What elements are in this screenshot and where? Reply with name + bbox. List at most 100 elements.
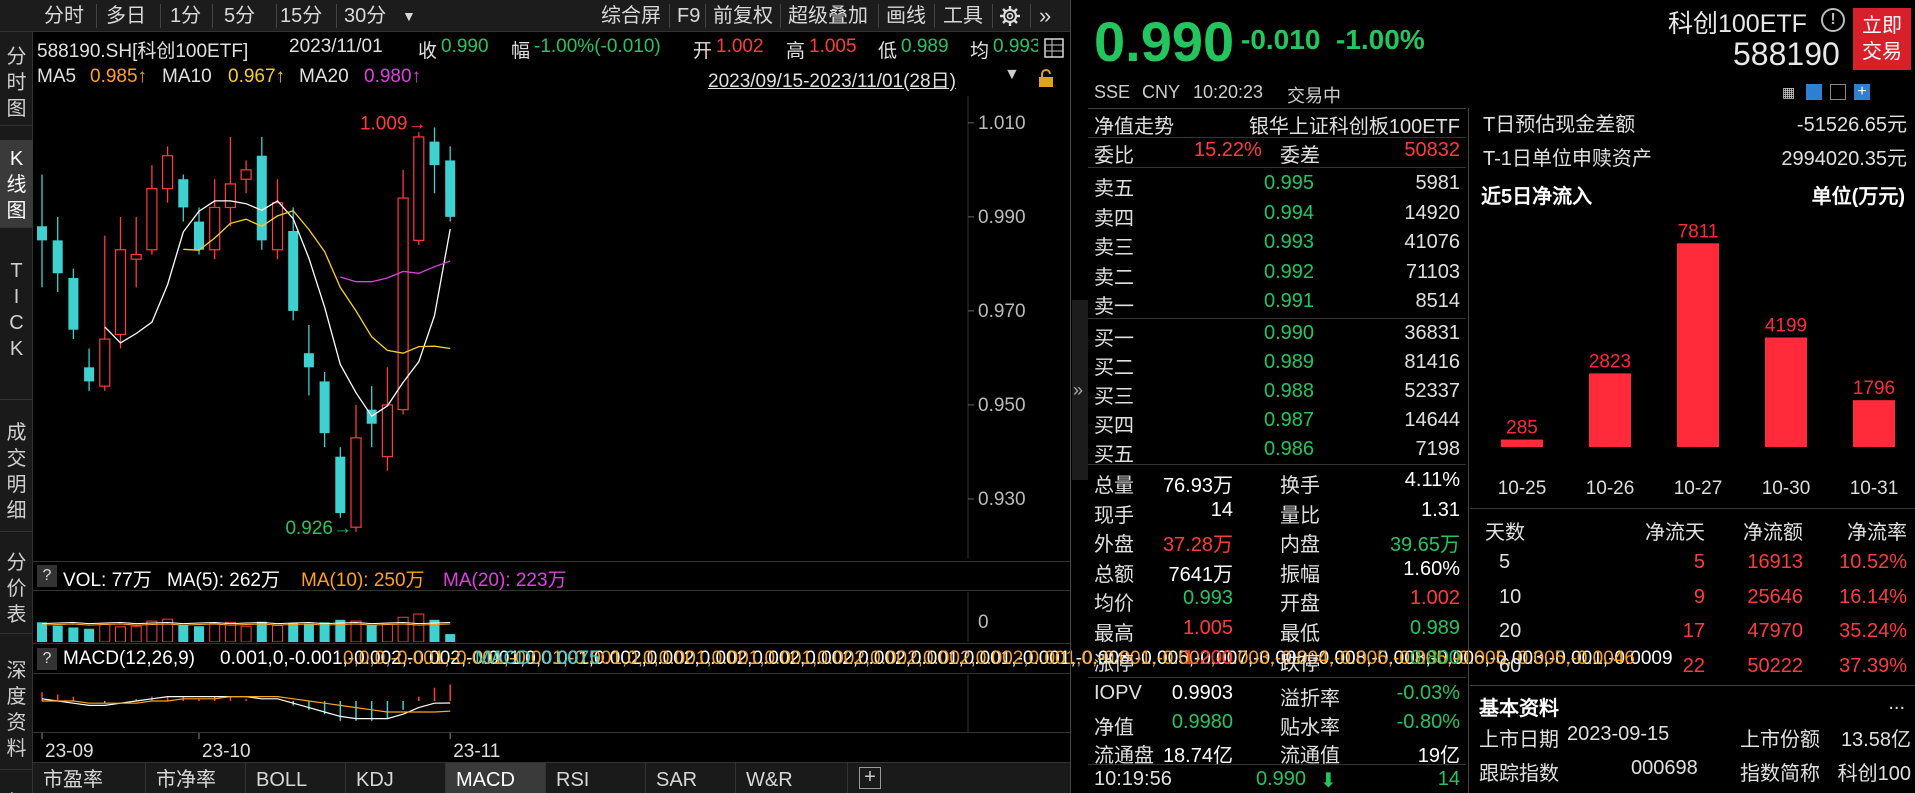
nav-trend-row[interactable]: 净值走势 银华上证科创板100ETF [1094, 108, 1460, 139]
candle-body [37, 226, 47, 241]
bid-row[interactable]: 买二 0.989 81416 [1094, 349, 1460, 379]
period-tab-30min[interactable]: 30分 [344, 0, 386, 32]
double-chevron-right-icon[interactable]: » [1039, 0, 1051, 32]
netflow-days: 10 [1499, 585, 1522, 608]
bid-diff-label: 委差 [1280, 145, 1320, 167]
macd-header: ? MACD(12,26,9) 0.001,0,-0.001,-0.002,-0… [33, 644, 1673, 674]
bid-row[interactable]: 买一 0.990 36831 [1094, 320, 1460, 350]
stat-value: 1.60% [1403, 557, 1460, 580]
nav-trend-label[interactable]: 净值走势 [1094, 110, 1174, 139]
netflow-days: 60 [1499, 654, 1522, 677]
stat-value: -0.80% [1396, 710, 1460, 733]
bid-row[interactable]: 买四 0.987 14644 [1094, 407, 1460, 437]
tab-pb[interactable]: 市净率 [146, 763, 246, 793]
tab-rsi[interactable]: RSI [546, 763, 646, 793]
caret-down-icon[interactable]: ▼ [402, 0, 416, 32]
netflow-row: 10 9 25646 16.14% [1475, 582, 1915, 614]
price-change: -0.010 [1241, 24, 1321, 55]
netflow-header: 净流天 [1645, 522, 1705, 544]
tab-boll[interactable]: BOLL [246, 763, 346, 793]
period-tab-5min[interactable]: 5分 [224, 0, 255, 32]
volume-ma5-line [41, 621, 451, 625]
ask-volume: 41076 [1404, 231, 1460, 253]
tab-sar[interactable]: SAR [646, 763, 736, 793]
ma20-line [340, 260, 451, 283]
bid-row[interactable]: 买三 0.988 52337 [1094, 378, 1460, 408]
netflow-category-label: 10-30 [1762, 478, 1811, 499]
ask-row[interactable]: 卖三 0.993 41076 [1094, 229, 1460, 259]
grid-toggle-icon[interactable] [1042, 36, 1066, 60]
trade-now-button[interactable]: 立即 交易 [1853, 8, 1911, 70]
range-dropdown-icon[interactable]: ▼ [1004, 66, 1020, 84]
ask-row[interactable]: 卖四 0.994 14920 [1094, 200, 1460, 230]
chart-small-icon[interactable]: ▦ [1782, 84, 1798, 100]
nav-deep-data[interactable]: 深 度 资 料 [0, 652, 33, 770]
info-circle-icon[interactable]: ! [1821, 8, 1845, 32]
macd-chart[interactable] [33, 675, 1070, 732]
ask-label: 卖一 [1094, 296, 1134, 318]
lock-icon[interactable] [1036, 68, 1056, 88]
nav-intraday[interactable]: 分 时 图 [0, 38, 33, 126]
copy-small-icon[interactable] [1830, 84, 1846, 100]
tools-button[interactable]: 工具 [943, 0, 983, 32]
period-tab-15min[interactable]: 15分 [280, 0, 322, 32]
volume-bar [178, 624, 189, 642]
nav-price-table[interactable]: 分 价 表 [0, 544, 33, 634]
edit-small-icon[interactable] [1806, 84, 1822, 100]
ask-row[interactable]: 卖二 0.992 71103 [1094, 259, 1460, 289]
nav-trade-detail[interactable]: 成 交 明 细 [0, 414, 33, 532]
chevron-right-icon[interactable]: » [1073, 380, 1083, 401]
volume-label: VOL: 77万 [63, 570, 152, 591]
period-tab-multiday[interactable]: 多日 [106, 0, 146, 32]
nav-tick[interactable]: T I C K [0, 252, 33, 400]
period-tab-fenshi[interactable]: 分时 [44, 0, 84, 32]
netflow-chart[interactable]: 285 10-25 2823 10-26 7811 10-27 4199 10-30 1796 1… [1475, 212, 1915, 502]
collapse-handle[interactable]: » [1072, 300, 1088, 480]
adjust-button[interactable]: 前复权 [713, 0, 773, 32]
netflow-rate: 37.39% [1839, 654, 1907, 677]
bid-volume: 7198 [1415, 438, 1461, 460]
date-range[interactable]: 2023/09/15-2023/11/01(28日) [708, 66, 956, 93]
ask-row[interactable]: 卖一 0.991 8514 [1094, 288, 1460, 318]
f9-button[interactable]: F9 [677, 0, 700, 32]
overlay-button[interactable]: 超级叠加 [788, 0, 868, 32]
ask-volume: 5981 [1415, 172, 1461, 194]
question-icon[interactable]: ? [37, 565, 57, 587]
period-tab-1min[interactable]: 1分 [170, 0, 201, 32]
tab-pe[interactable]: 市盈率 [33, 763, 146, 793]
plus-box-icon[interactable]: + [859, 767, 881, 789]
basic-row-1: 上市日期 2023-09-15 上市份额 13.58亿 [1475, 719, 1915, 751]
stat-label: 均价 [1094, 593, 1134, 616]
multi-screen-button[interactable]: 综合屏 [601, 0, 661, 32]
volume-bar [115, 626, 126, 642]
kline-chart[interactable]: 1.010 0.990 0.970 0.950 0.930 1.009→ 0.926→ [33, 96, 1070, 558]
index-name: 科创100 [1837, 763, 1911, 785]
tab-macd[interactable]: MACD [446, 763, 546, 793]
netflow-bar-label: 7811 [1678, 221, 1719, 242]
bid-label: 买二 [1094, 357, 1134, 379]
list-date-label: 上市日期 [1479, 729, 1559, 751]
tab-kdj[interactable]: KDJ [346, 763, 446, 793]
index-code: 000698 [1631, 757, 1698, 779]
down-arrow-icon: ⬇ [1320, 770, 1337, 792]
volume-chart[interactable]: 0 [33, 592, 1070, 642]
nav-kline[interactable]: K 线 图 [0, 140, 33, 228]
draw-line-button[interactable]: 画线 [886, 0, 926, 32]
ask-volume: 71103 [1405, 260, 1460, 283]
netflow-amount: 50222 [1747, 654, 1803, 677]
plus-small-icon[interactable]: + [1854, 84, 1870, 100]
ask-row[interactable]: 卖五 0.995 5981 [1094, 170, 1461, 200]
stat-label: 最高 [1094, 623, 1134, 645]
question-icon[interactable]: ? [37, 648, 57, 670]
security-code: 588190.SH[科创100ETF] [37, 41, 249, 62]
candle-body [413, 136, 425, 241]
gear-icon[interactable] [999, 5, 1021, 27]
tab-wr[interactable]: W&R [736, 763, 848, 793]
bid-row[interactable]: 买五 0.986 7198 [1094, 436, 1461, 466]
y-tick-label: 0.930 [978, 489, 1026, 510]
nav-super[interactable]: 超 [0, 784, 33, 793]
candle-body [319, 381, 330, 434]
last-trade-row: 10:19:56 0.990 ⬇ 14 [1094, 766, 1460, 793]
basic-more[interactable]: ... [1888, 692, 1905, 715]
price-change-pct: -1.00% [1336, 24, 1425, 55]
